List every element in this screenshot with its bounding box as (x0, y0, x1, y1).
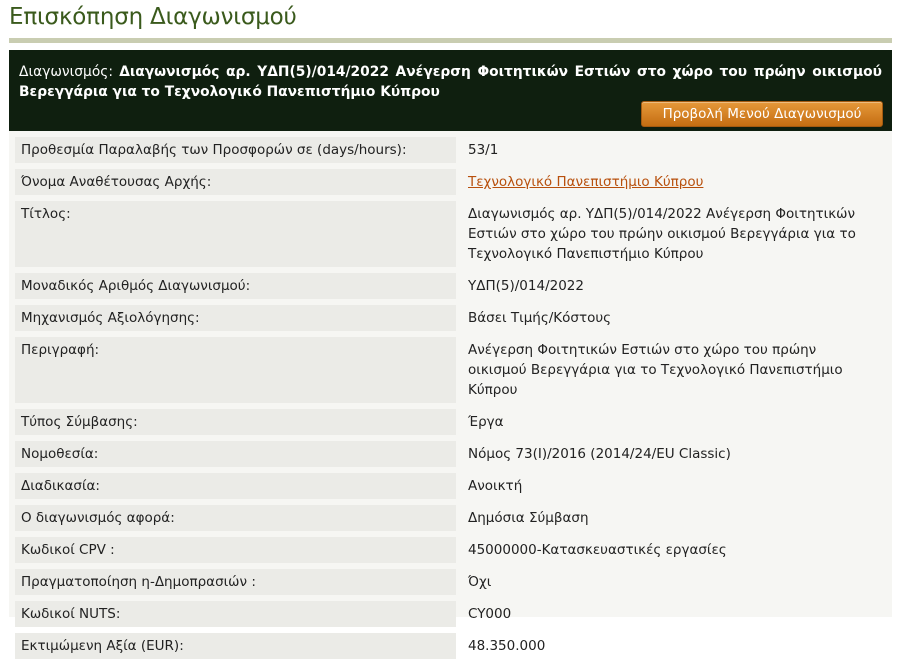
detail-row-legislation: Νομοθεσία: Νόμος 73(Ι)/2016 (2014/24/EU … (15, 441, 892, 467)
detail-label: Κωδικοί CPV : (15, 537, 456, 563)
detail-value: Νόμος 73(Ι)/2016 (2014/24/EU Classic) (468, 446, 731, 462)
contracting-authority-link[interactable]: Τεχνολογικό Πανεπιστήμιο Κύπρου (468, 174, 703, 190)
detail-value: CY000 (468, 606, 512, 622)
view-tender-menu-button[interactable]: Προβολή Μενού Διαγωνισμού (641, 101, 883, 127)
detail-label: Διαδικασία: (15, 473, 456, 499)
tender-prefix-label: Διαγωνισμός: (19, 64, 114, 80)
detail-label: Τίτλος: (15, 201, 456, 267)
detail-row-title: Τίτλος: Διαγωνισμός αρ. ΥΔΠ(5)/014/2022 … (15, 201, 892, 267)
detail-row-concerns: Ο διαγωνισμός αφορά: Δημόσια Σύμβαση (15, 505, 892, 531)
detail-value: Έργα (468, 414, 504, 430)
detail-label: Κωδικοί NUTS: (15, 601, 456, 627)
tender-header: Διαγωνισμός: Διαγωνισμός αρ. ΥΔΠ(5)/014/… (9, 50, 892, 131)
detail-row-procedure: Διαδικασία: Ανοικτή (15, 473, 892, 499)
detail-row-nuts-codes: Κωδικοί NUTS: CY000 (15, 601, 892, 627)
tender-details-table: Προθεσμία Παραλαβής των Προσφορών σε (da… (9, 131, 892, 659)
detail-value: 53/1 (468, 142, 499, 158)
detail-value: ΥΔΠ(5)/014/2022 (468, 278, 584, 294)
detail-row-tender-number: Μοναδικός Αριθμός Διαγωνισμού: ΥΔΠ(5)/01… (15, 273, 892, 299)
detail-value: Δημόσια Σύμβαση (468, 510, 589, 526)
tender-heading: Διαγωνισμός: Διαγωνισμός αρ. ΥΔΠ(5)/014/… (19, 62, 882, 102)
detail-value: 45000000-Κατασκευαστικές εργασίες (468, 542, 727, 558)
detail-value: Ανέγερση Φοιτητικών Εστιών στο χώρο του … (468, 342, 843, 398)
detail-label: Όνομα Αναθέτουσας Αρχής: (15, 169, 456, 195)
detail-label: Μηχανισμός Αξιολόγησης: (15, 305, 456, 331)
detail-label: Ο διαγωνισμός αφορά: (15, 505, 456, 531)
detail-row-cpv-codes: Κωδικοί CPV : 45000000-Κατασκευαστικές ε… (15, 537, 892, 563)
detail-value: Όχι (468, 574, 492, 590)
tender-name: Διαγωνισμός αρ. ΥΔΠ(5)/014/2022 Ανέγερση… (19, 64, 882, 100)
detail-row-evaluation: Μηχανισμός Αξιολόγησης: Βάσει Τιμής/Κόστ… (15, 305, 892, 331)
detail-value: Ανοικτή (468, 478, 523, 494)
detail-label: Νομοθεσία: (15, 441, 456, 467)
detail-row-estimated-value: Εκτιμώμενη Αξία (EUR): 48.350.000 (15, 633, 892, 659)
title-divider (9, 38, 892, 43)
detail-label: Εκτιμώμενη Αξία (EUR): (15, 633, 456, 659)
detail-row-description: Περιγραφή: Ανέγερση Φοιτητικών Εστιών στ… (15, 337, 892, 403)
page-title: Επισκόπηση Διαγωνισμού (9, 4, 297, 30)
detail-value: Διαγωνισμός αρ. ΥΔΠ(5)/014/2022 Ανέγερση… (468, 206, 856, 262)
detail-value: Βάσει Τιμής/Κόστους (468, 310, 612, 326)
detail-row-contracting-authority: Όνομα Αναθέτουσας Αρχής: Τεχνολογικό Παν… (15, 169, 892, 195)
detail-label: Μοναδικός Αριθμός Διαγωνισμού: (15, 273, 456, 299)
detail-label: Προθεσμία Παραλαβής των Προσφορών σε (da… (15, 137, 456, 163)
detail-row-deadline: Προθεσμία Παραλαβής των Προσφορών σε (da… (15, 137, 892, 163)
detail-value: 48.350.000 (468, 638, 546, 654)
detail-label: Πραγματοποίηση η-Δημοπρασιών : (15, 569, 456, 595)
detail-row-e-auction: Πραγματοποίηση η-Δημοπρασιών : Όχι (15, 569, 892, 595)
detail-row-contract-type: Τύπος Σύμβασης: Έργα (15, 409, 892, 435)
detail-label: Τύπος Σύμβασης: (15, 409, 456, 435)
detail-value: Τεχνολογικό Πανεπιστήμιο Κύπρου (462, 169, 882, 195)
detail-label: Περιγραφή: (15, 337, 456, 403)
